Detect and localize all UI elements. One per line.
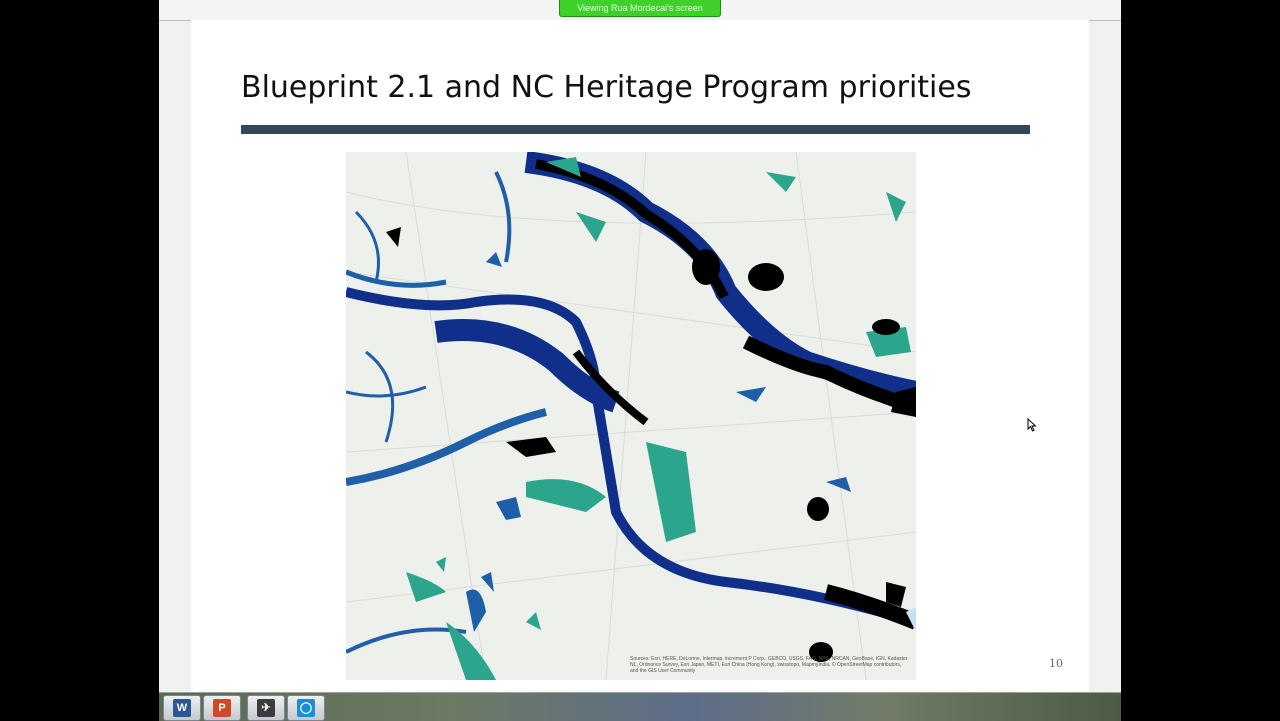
slide: Blueprint 2.1 and NC Heritage Program pr… — [191, 20, 1089, 709]
browser-icon: ◯ — [297, 699, 315, 717]
viewing-screen-banner[interactable]: Viewing Rua Mordecai's screen — [559, 0, 721, 17]
taskbar-browser-button[interactable]: ◯ — [287, 695, 325, 721]
title-divider — [241, 125, 1030, 134]
taskbar-powerpoint-button[interactable]: P — [203, 695, 241, 721]
viewer-top-strip: Viewing Rua Mordecai's screen — [159, 0, 1121, 21]
powerpoint-icon: P — [213, 699, 231, 717]
presentation-window: Viewing Rua Mordecai's screen Blueprint … — [159, 0, 1121, 720]
slide-number: 10 — [1049, 657, 1063, 670]
priority-map: Sources: Esri, HERE, DeLorme, Intermap, … — [346, 152, 916, 680]
taskbar-gotomeeting-button[interactable]: ✈ — [247, 695, 285, 721]
taskbar-word-button[interactable]: W — [163, 695, 201, 721]
map-attribution: Sources: Esri, HERE, DeLorme, Intermap, … — [630, 656, 908, 674]
map-graphic — [346, 152, 916, 680]
word-icon: W — [173, 699, 191, 717]
slide-title: Blueprint 2.1 and NC Heritage Program pr… — [241, 70, 972, 105]
gotomeeting-icon: ✈ — [257, 699, 275, 717]
mouse-pointer-icon — [1027, 418, 1037, 432]
taskbar: W P ✈ ◯ — [159, 692, 1121, 721]
